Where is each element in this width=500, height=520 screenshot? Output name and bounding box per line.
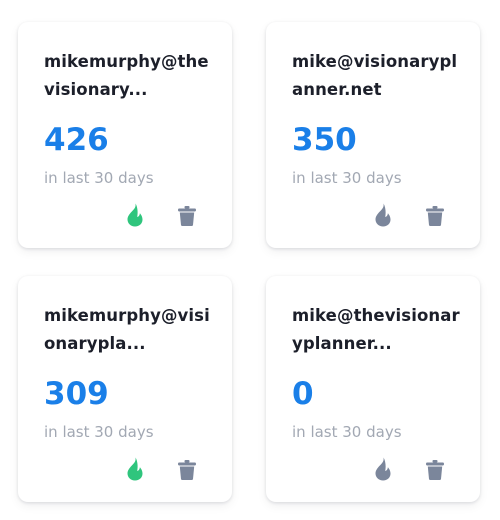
delete-button[interactable]: [424, 458, 446, 482]
period-label: in last 30 days: [292, 169, 402, 187]
account-card: mike@thevisionaryplanner... 0 in last 30…: [266, 276, 480, 502]
email-count: 426: [44, 122, 109, 158]
delete-button[interactable]: [176, 458, 198, 482]
trash-icon: [426, 460, 444, 480]
trash-icon: [426, 206, 444, 226]
period-label: in last 30 days: [44, 423, 154, 441]
account-card: mike@visionaryplanner.net 350 in last 30…: [266, 22, 480, 248]
period-label: in last 30 days: [292, 423, 402, 441]
trash-icon: [178, 460, 196, 480]
email-count: 350: [292, 122, 357, 158]
account-email: mikemurphy@visionarypla...: [44, 306, 210, 353]
delete-button[interactable]: [176, 204, 198, 228]
flame-icon: [127, 203, 143, 227]
account-email: mike@thevisionaryplanner...: [292, 306, 460, 353]
account-email: mikemurphy@thevisionary...: [44, 52, 209, 99]
account-email: mike@visionaryplanner.net: [292, 52, 458, 99]
warmup-toggle-button[interactable]: [372, 456, 394, 482]
account-card: mikemurphy@visionarypla... 309 in last 3…: [18, 276, 232, 502]
account-card: mikemurphy@thevisionary... 426 in last 3…: [18, 22, 232, 248]
warmup-toggle-button[interactable]: [372, 202, 394, 228]
email-count: 309: [44, 376, 109, 412]
flame-icon: [127, 457, 143, 481]
flame-icon: [375, 457, 391, 481]
warmup-toggle-button[interactable]: [124, 202, 146, 228]
trash-icon: [178, 206, 196, 226]
email-count: 0: [292, 376, 314, 412]
delete-button[interactable]: [424, 204, 446, 228]
flame-icon: [375, 203, 391, 227]
warmup-toggle-button[interactable]: [124, 456, 146, 482]
period-label: in last 30 days: [44, 169, 154, 187]
